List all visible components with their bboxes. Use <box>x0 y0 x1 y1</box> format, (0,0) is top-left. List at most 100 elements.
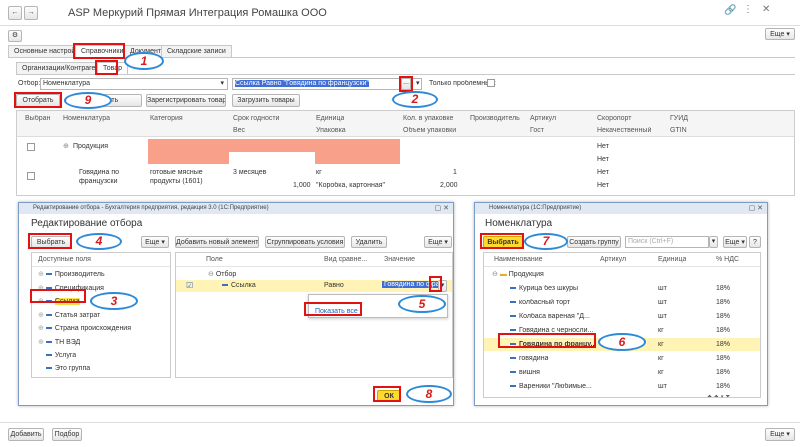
list-item[interactable]: говядина <box>510 355 548 362</box>
window-controls-icon[interactable]: ▢ ✕ <box>435 204 449 212</box>
nom-dialog-title: Номенклатура <box>485 218 553 229</box>
step-marker: 5 <box>398 295 446 313</box>
row-weight: 1,000 <box>293 182 311 189</box>
row-category: продукты (1601) <box>150 178 203 185</box>
pager-icon[interactable]: ⏶⏶▾⏷ <box>707 394 732 401</box>
item-unit: шт <box>658 285 667 292</box>
plus-icon[interactable]: ⊕ <box>63 142 69 150</box>
row-flag: Нет <box>597 169 609 176</box>
nom-col-vat: % НДС <box>716 256 740 263</box>
fields-list: Доступные поля ⊕ Производитель ⊕ Специфи… <box>31 252 171 378</box>
more-label: Еще <box>428 239 443 246</box>
filter-field-select[interactable]: Номенклатура ▾ <box>40 78 228 90</box>
filter-condition-input[interactable]: Ссылка Равно "Говядина по французски" <box>232 78 422 90</box>
fields-header: Доступные поля <box>38 256 91 263</box>
link-icon[interactable]: 🔗 <box>724 5 736 16</box>
nom-dialog-titlebar: Номенклатура (1С:Предприятие) <box>475 203 767 214</box>
col-qty: Кол. в упаковке <box>403 115 454 122</box>
item-name: вишня <box>519 369 540 376</box>
only-problem-checkbox[interactable] <box>487 79 495 87</box>
step-marker: 2 <box>392 91 438 108</box>
add-button[interactable]: Добавить <box>8 428 44 441</box>
filter-dialog: Редактирование отбора - Бухгалтерия пред… <box>18 202 454 406</box>
menu-dots-icon[interactable]: ⋮ <box>743 4 753 15</box>
check-icon[interactable]: ☑ <box>186 281 193 290</box>
item-vat: 18% <box>716 285 731 292</box>
field-item[interactable]: ⊕ ТН ВЭД <box>38 338 80 346</box>
nom-col-name: Наименование <box>494 256 543 263</box>
col-category: Категория <box>150 115 183 122</box>
delete-button[interactable]: Удалить <box>351 236 387 248</box>
marker-box <box>28 233 72 249</box>
window-controls-icon[interactable]: ▢ ✕ <box>749 204 763 212</box>
col-gtin: GTIN <box>670 127 687 134</box>
cond-header-field: Поле <box>206 256 223 263</box>
item-vat: 18% <box>716 355 731 362</box>
pick-button[interactable]: Подбор <box>52 428 82 441</box>
cond-group: ⊖ Отбор <box>208 271 237 278</box>
list-item[interactable]: колбасный торт <box>510 299 570 306</box>
window-title: ASP Меркурий Прямая Интеграция Ромашка О… <box>68 7 327 19</box>
col-guid: ГУИД <box>670 115 689 122</box>
settings-button[interactable]: ⚙ <box>8 30 22 42</box>
marker-box <box>73 43 125 59</box>
row-name: Говядина по <box>79 169 120 176</box>
search-dropdown[interactable]: ▾ <box>709 236 718 248</box>
field-label: ТН ВЭД <box>54 339 81 346</box>
field-item[interactable]: ⊕ Страна происхождения <box>38 324 131 332</box>
row-name: французски <box>79 178 118 185</box>
back-button[interactable]: ← <box>8 6 22 20</box>
list-item[interactable]: Вареники "Любимые... <box>510 383 592 390</box>
nom-search-input[interactable]: Поиск (Ctrl+F) <box>625 236 709 248</box>
list-item[interactable]: вишня <box>510 369 540 376</box>
row-checkbox[interactable] <box>27 143 35 151</box>
field-label: Страна происхождения <box>54 325 132 332</box>
load-goods-button[interactable]: Загрузить товары <box>232 94 300 107</box>
filter-dialog-titlebar: Редактирование отбора - Бухгалтерия пред… <box>19 203 453 214</box>
list-item[interactable]: Колбаса вареная "Д... <box>510 313 590 320</box>
row-checkbox[interactable] <box>27 172 35 180</box>
marker-box <box>480 233 524 249</box>
help-button[interactable]: ? <box>749 236 761 248</box>
register-goods-button[interactable]: Зарегистрировать товары <box>146 94 226 107</box>
cond-more-button[interactable]: Еще ▾ <box>424 236 452 248</box>
app-header: ← → ASP Меркурий Прямая Интеграция Ромаш… <box>0 0 800 26</box>
group-conditions-button[interactable]: Сгруппировать условия <box>265 236 345 248</box>
only-problem-label: Только проблемные: <box>429 80 496 87</box>
field-label: Производитель <box>54 271 105 278</box>
close-icon[interactable]: ✕ <box>762 4 770 15</box>
field-item[interactable]: ⊕ Производитель <box>38 270 105 278</box>
item-vat: 18% <box>716 341 731 348</box>
header-more-button[interactable]: Еще ▾ <box>765 28 795 40</box>
chevron-down-icon[interactable]: ▾ <box>416 79 420 87</box>
step-marker: 7 <box>524 233 568 250</box>
forward-button[interactable]: → <box>24 6 38 20</box>
nom-col-unit: Единица <box>658 256 687 263</box>
col-weight: Вес <box>233 127 246 134</box>
item-vat: 18% <box>716 369 731 376</box>
nom-more-button[interactable]: Еще ▾ <box>723 236 747 248</box>
cond-field: Ссылка <box>222 282 256 289</box>
field-label: Услуга <box>54 352 77 359</box>
nom-group-row[interactable]: ⊖ ▬ Продукция <box>492 270 544 278</box>
marker-box <box>14 92 62 108</box>
item-unit: кг <box>658 341 664 348</box>
item-unit: шт <box>658 313 667 320</box>
field-item[interactable]: ⊕ Статья затрат <box>38 311 100 319</box>
add-element-button[interactable]: Добавить новый элемент <box>175 236 259 248</box>
create-group-button[interactable]: Создать группу <box>567 236 621 248</box>
filter-label: Отбор: <box>18 80 41 87</box>
col-volume: Объем упаковки <box>403 127 457 134</box>
field-item[interactable]: ⊕ Услуга <box>38 351 76 359</box>
col-gost: Гост <box>530 127 544 134</box>
filter-condition-text: Ссылка Равно "Говядина по французски" <box>235 80 369 87</box>
more-label: Еще <box>770 431 785 438</box>
filter-more-button[interactable]: Еще ▾ <box>141 236 169 248</box>
col-defective: Некачественный <box>597 127 652 134</box>
row-category: готовые мясные <box>150 169 203 176</box>
more-label: Еще <box>725 239 740 246</box>
bottom-more-button[interactable]: Еще ▾ <box>765 428 795 441</box>
group-flag: Нет <box>597 143 609 150</box>
list-item[interactable]: Курица без шкуры <box>510 285 578 292</box>
field-item[interactable]: ⊕ Это группа <box>38 364 90 372</box>
